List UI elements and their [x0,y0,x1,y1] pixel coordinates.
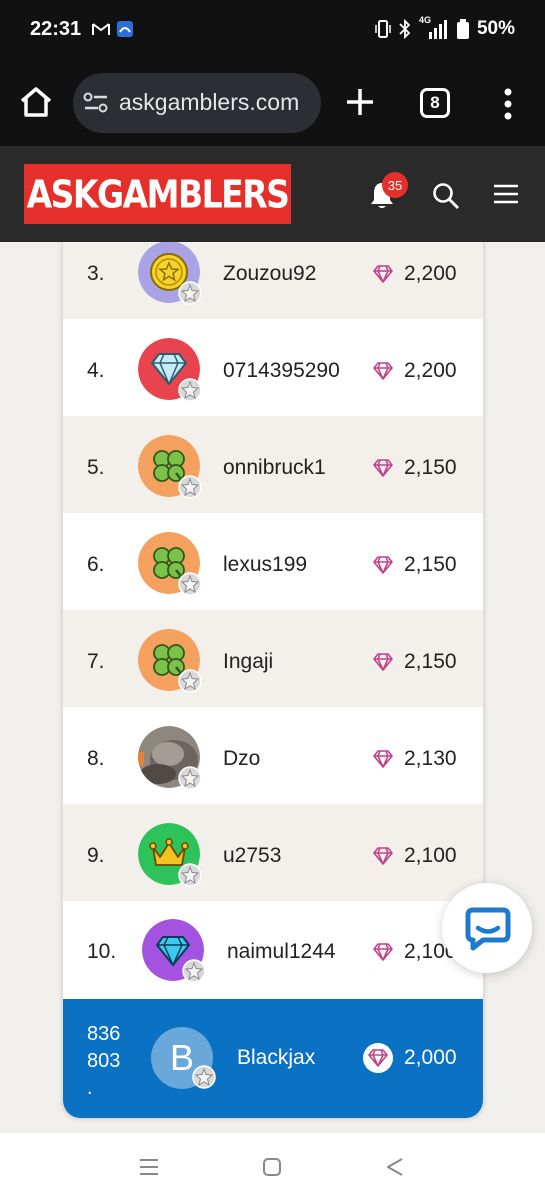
new-tab-icon[interactable] [344,86,376,118]
address-bar[interactable]: askgamblers.com [73,73,321,133]
status-right: 4G 50% [375,15,515,40]
battery-icon [456,19,469,39]
status-bar: 22:31 4G 50% [0,0,545,60]
points-value: 2,150 [404,553,457,576]
rank-number: 10. [87,940,117,963]
system-nav-bar [0,1133,545,1200]
leaderboard-row[interactable]: 9. u2753 2,100 [63,804,483,901]
app-notification-icon [117,21,133,37]
points-value: 2,150 [404,456,457,479]
gem-points-badge [363,1043,393,1073]
username[interactable]: Dzo [223,747,260,771]
points-value: 2,100 [404,844,457,867]
site-logo[interactable]: ASKGAMBLERS [24,164,291,224]
username[interactable]: onnibruck1 [223,456,326,480]
rank-number: 8. [87,747,105,770]
username[interactable]: Zouzou92 [223,262,316,286]
logo-text: ASKGAMBLERS [26,171,290,217]
back-nav-icon[interactable] [385,1157,405,1177]
hamburger-menu-icon[interactable] [493,183,519,205]
gem-points-icon [373,459,393,477]
rank-number: 3. [87,262,105,285]
battery-level: 50% [476,18,515,39]
gem-points-icon [373,653,393,671]
site-header: ASKGAMBLERS 35 [0,146,545,242]
leaderboard-row[interactable]: 4. 0714395290 2,200 [63,319,483,416]
site-settings-icon[interactable] [83,91,109,115]
tab-switcher-button[interactable]: 8 [420,88,450,118]
points-value: 2,150 [404,650,457,673]
signal-icon: 4G [419,15,449,40]
gem-points-icon [373,943,393,961]
current-user-row[interactable]: 836 803 . B Blackjax 2,000 [63,999,483,1118]
level-star-badge-icon [182,959,206,983]
live-chat-button[interactable] [442,883,532,973]
level-star-badge-icon [178,378,202,402]
notification-count-badge: 35 [382,172,408,198]
gem-points-icon [373,265,393,283]
points-value: 2,130 [404,747,457,770]
status-time: 22:31 [30,18,82,40]
leaderboard-card: 3. Zouzou92 2,200 4. 0714395290 2,200 5.… [62,242,484,1118]
level-star-badge-icon [178,475,202,499]
level-star-badge-icon [178,572,202,596]
rank-number: 9. [87,844,105,867]
gmail-icon [92,23,110,35]
current-user-rank: 836 803 . [87,1021,137,1102]
rank-line: 803 [87,1050,121,1072]
points-value: 2,200 [404,262,457,285]
bluetooth-icon [399,19,411,39]
username[interactable]: 0714395290 [223,359,340,383]
leaderboard-row[interactable]: 5. onnibruck1 2,150 [63,416,483,513]
rank-line: . [87,1077,93,1099]
level-star-badge-icon [178,281,202,305]
rank-number: 4. [87,359,105,382]
level-star-badge-icon [178,669,202,693]
username[interactable]: Ingaji [223,650,273,674]
level-star-badge-icon [178,863,202,887]
gem-points-icon [373,556,393,574]
gem-points-icon [373,362,393,380]
rank-line: 836 [87,1023,121,1045]
points-value: 2,200 [404,359,457,382]
home-icon[interactable] [18,84,54,120]
vibrate-icon [375,20,391,38]
rank-number: 5. [87,456,105,479]
leaderboard-row[interactable]: 10. naimul1244 2,100 [63,901,483,999]
current-user-points: 2,000 [404,1046,457,1069]
url-text: askgamblers.com [119,89,300,115]
leaderboard-row[interactable]: 3. Zouzou92 2,200 [63,242,483,319]
rank-number: 6. [87,553,105,576]
username[interactable]: u2753 [223,844,281,868]
gem-points-icon [373,847,393,865]
level-star-badge-icon [178,766,202,790]
current-user-name[interactable]: Blackjax [237,1046,315,1070]
leaderboard-row[interactable]: 7. Ingaji 2,150 [63,610,483,707]
search-icon[interactable] [432,182,460,210]
username[interactable]: lexus199 [223,553,307,577]
rank-number: 7. [87,650,105,673]
gem-points-icon [373,750,393,768]
leaderboard-row[interactable]: 8. Dzo 2,130 [63,707,483,804]
browser-toolbar: askgamblers.com 8 [0,60,545,146]
recent-apps-icon[interactable] [139,1158,159,1176]
username[interactable]: naimul1244 [227,940,336,964]
leaderboard-row[interactable]: 6. lexus199 2,150 [63,513,483,610]
level-star-badge-icon [192,1065,216,1089]
chat-bubble-icon [465,907,511,951]
more-options-icon[interactable] [500,88,516,120]
gem-points-icon [368,1049,388,1067]
home-nav-icon[interactable] [262,1157,282,1177]
